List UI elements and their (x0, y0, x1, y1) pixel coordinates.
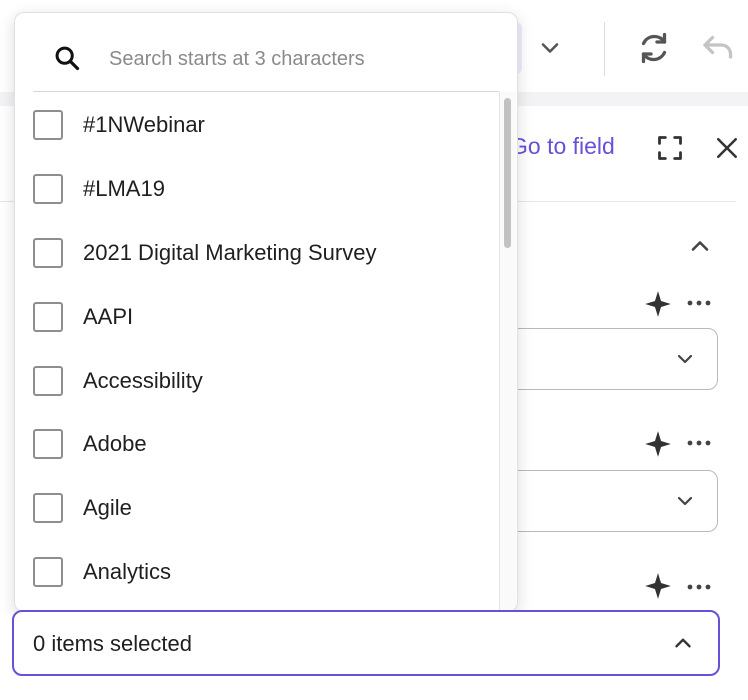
field-select[interactable] (505, 328, 718, 390)
more-icon[interactable] (686, 582, 712, 592)
chevron-down-icon[interactable] (536, 34, 564, 62)
option-item[interactable]: 2021 Digital Marketing Survey (33, 234, 493, 274)
scrollbar[interactable] (499, 92, 516, 611)
option-item[interactable]: AAPI (33, 298, 493, 338)
scrollbar-thumb[interactable] (504, 98, 511, 248)
toolbar-divider (604, 22, 605, 76)
checkbox[interactable] (33, 110, 63, 140)
option-label: Analytics (83, 559, 172, 584)
option-item[interactable]: Adobe (33, 425, 493, 465)
search-row (15, 13, 515, 91)
checkbox[interactable] (33, 557, 63, 587)
checkbox[interactable] (33, 238, 63, 268)
option-item[interactable]: #LMA19 (33, 170, 493, 210)
search-input[interactable] (107, 39, 501, 79)
sparkle-icon[interactable] (644, 290, 672, 318)
option-label: #LMA19 (83, 176, 165, 201)
option-label: 2021 Digital Marketing Survey (83, 240, 377, 265)
option-label: Adobe (83, 431, 147, 456)
selection-summary: 0 items selected (33, 631, 192, 656)
checkbox[interactable] (33, 302, 63, 332)
chevron-up-icon[interactable] (686, 232, 714, 260)
checkbox[interactable] (33, 174, 63, 204)
checkbox[interactable] (33, 429, 63, 459)
expand-icon[interactable] (656, 134, 684, 162)
tag-multiselect-field[interactable]: 0 items selected (12, 610, 720, 676)
option-label: AAPI (83, 304, 134, 329)
option-label: Agile (83, 495, 132, 520)
sparkle-icon[interactable] (644, 430, 672, 458)
checkbox[interactable] (33, 493, 63, 523)
sparkle-icon[interactable] (644, 572, 672, 600)
option-item[interactable]: Accessibility (33, 362, 493, 402)
refresh-icon[interactable] (636, 30, 672, 66)
checkbox[interactable] (33, 366, 63, 396)
option-item[interactable]: Agile (33, 489, 493, 529)
option-item[interactable]: #1NWebinar (33, 106, 493, 146)
close-icon[interactable] (712, 133, 742, 163)
chevron-down-icon (677, 496, 693, 506)
option-list: #1NWebinar #LMA19 2021 Digital Marketing… (15, 92, 499, 611)
chevron-up-icon (675, 638, 691, 648)
tag-dropdown-panel: #1NWebinar #LMA19 2021 Digital Marketing… (14, 12, 518, 612)
option-item[interactable]: Analytics (33, 553, 493, 593)
more-icon[interactable] (686, 298, 712, 308)
field-select[interactable] (505, 470, 718, 532)
option-label: Accessibility (83, 368, 203, 393)
go-to-field-link[interactable]: Go to field (510, 133, 615, 160)
search-icon (55, 46, 80, 71)
chevron-down-icon (677, 354, 693, 364)
undo-icon[interactable] (698, 30, 736, 66)
more-icon[interactable] (686, 438, 712, 448)
option-label: #1NWebinar (83, 112, 205, 137)
